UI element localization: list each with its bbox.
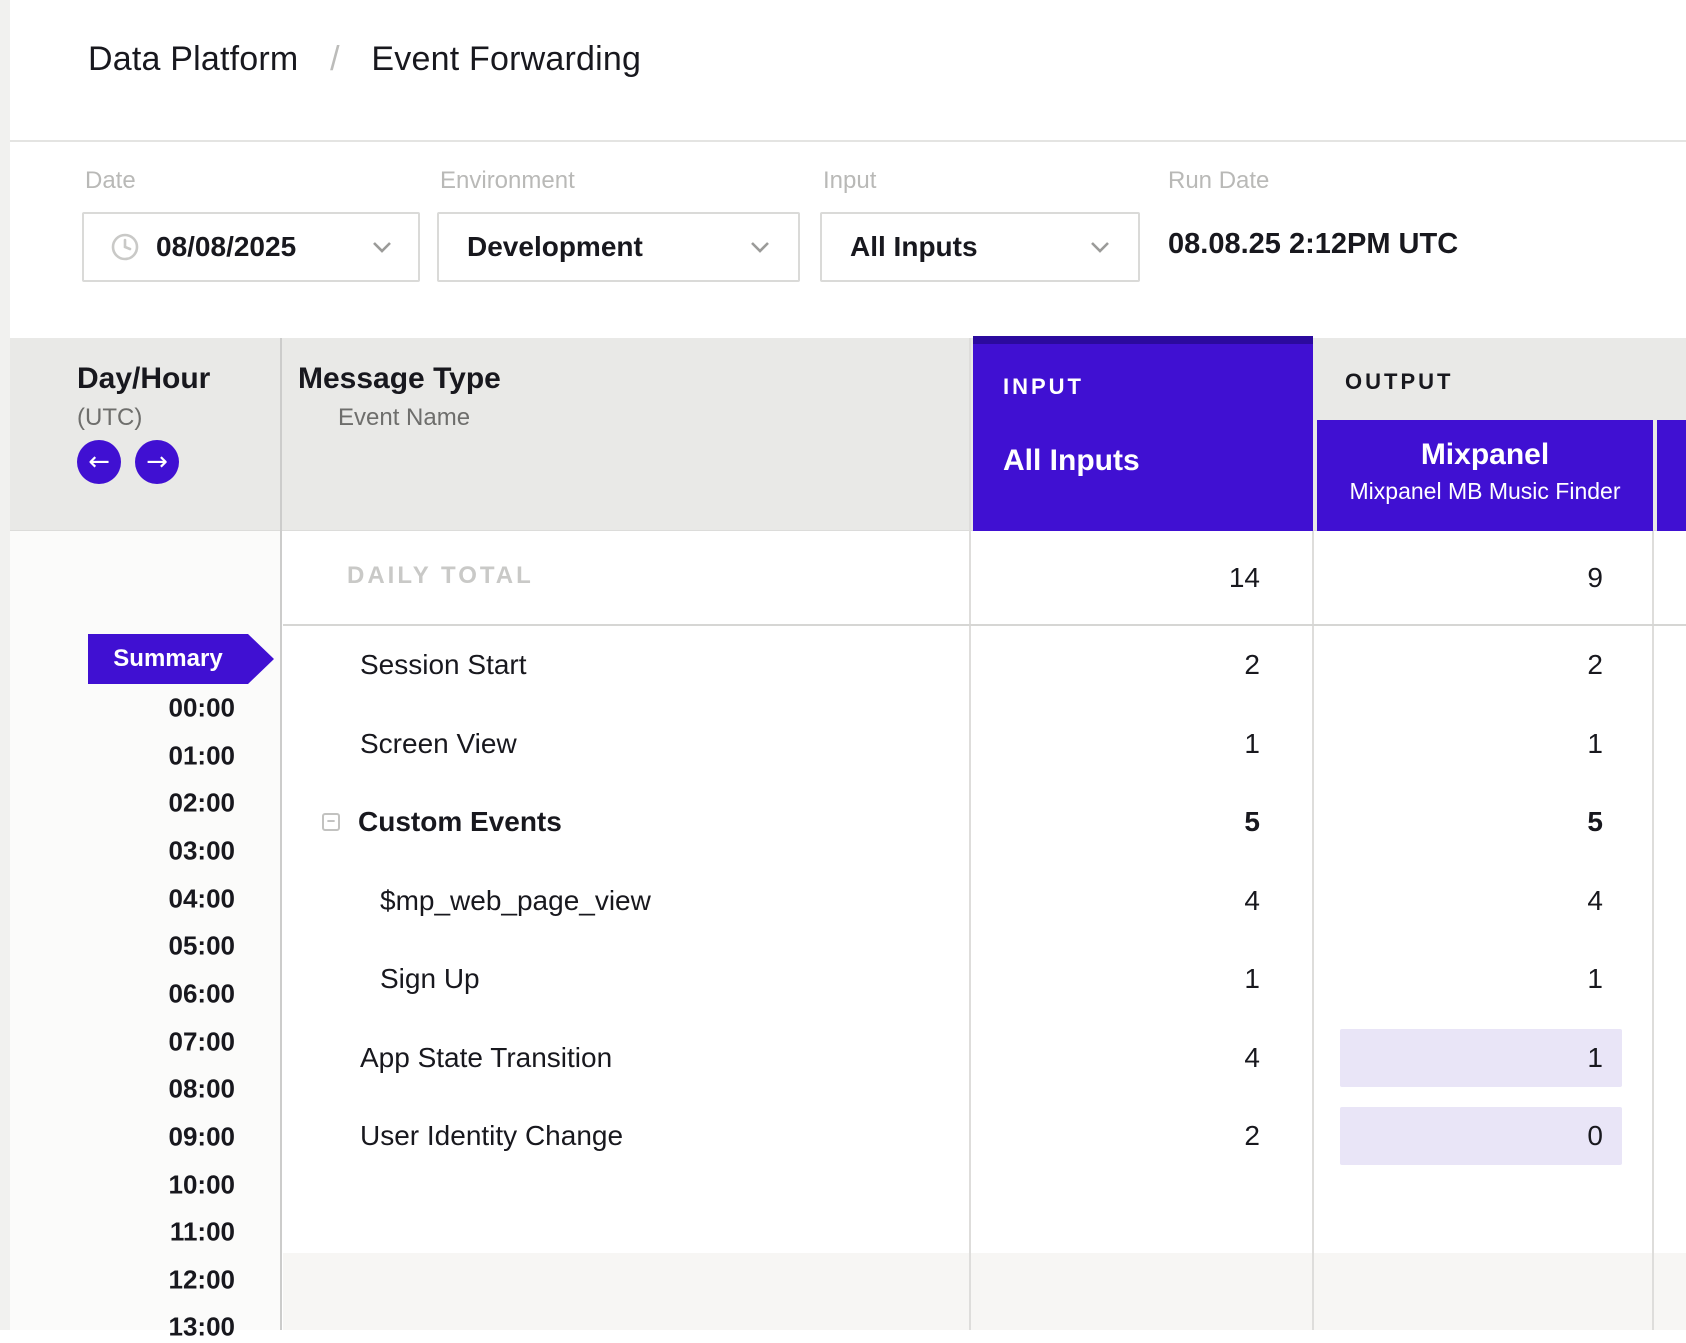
- input-filter-label: Input: [823, 167, 876, 195]
- message-type-subtitle: Event Name: [338, 404, 470, 432]
- breadcrumb-separator: /: [330, 40, 340, 78]
- chevron-down-icon: [750, 241, 770, 253]
- day-hour-subtitle: (UTC): [77, 404, 142, 432]
- breadcrumb-page: Event Forwarding: [371, 40, 641, 78]
- collapse-icon[interactable]: −: [322, 813, 340, 831]
- output-count-cell: 0: [1403, 1120, 1603, 1152]
- chevron-down-icon: [372, 241, 392, 253]
- output-subtitle: Mixpanel MB Music Finder: [1317, 478, 1653, 505]
- summary-label: Summary: [113, 645, 222, 673]
- output-count-cell: 2: [1403, 649, 1603, 681]
- hour-row-label[interactable]: 00:00: [35, 693, 235, 724]
- chevron-down-icon: [1090, 241, 1110, 253]
- daily-total-divider: [283, 624, 1686, 626]
- environment-filter-label: Environment: [440, 167, 575, 195]
- event-row-label: User Identity Change: [360, 1120, 623, 1152]
- hour-row-label[interactable]: 02:00: [35, 788, 235, 819]
- next-day-button[interactable]: →: [135, 440, 179, 484]
- input-count-cell: 4: [1060, 885, 1260, 917]
- input-count-cell: 1: [1060, 728, 1260, 760]
- event-row-label: $mp_web_page_view: [380, 885, 651, 917]
- input-value: All Inputs: [850, 231, 978, 263]
- gridline-input-output: [1312, 531, 1314, 1330]
- input-count-cell: 5: [1060, 806, 1260, 838]
- next-output-column-partial: [1657, 420, 1686, 531]
- arrow-left-icon: ←: [88, 447, 110, 477]
- hour-row-label[interactable]: 04:00: [35, 884, 235, 915]
- output-group-label: OUTPUT: [1345, 369, 1453, 395]
- header-divider: [10, 140, 1686, 142]
- arrow-right-icon: →: [146, 447, 168, 477]
- daily-total-label: DAILY TOTAL: [347, 562, 534, 590]
- environment-value: Development: [467, 231, 643, 263]
- input-count-cell: 2: [1060, 1120, 1260, 1152]
- hour-row-label[interactable]: 12:00: [35, 1265, 235, 1296]
- hour-row-label[interactable]: 03:00: [35, 836, 235, 867]
- input-count-cell: 2: [1060, 649, 1260, 681]
- input-group-label: INPUT: [1003, 374, 1084, 400]
- hour-row-label[interactable]: 09:00: [35, 1122, 235, 1153]
- event-row-label: Custom Events: [358, 806, 562, 838]
- event-row-label: App State Transition: [360, 1042, 612, 1074]
- event-row-label: Screen View: [360, 728, 517, 760]
- daily-total-input-value: 14: [1060, 562, 1260, 594]
- input-count-cell: 4: [1060, 1042, 1260, 1074]
- hour-row-label[interactable]: 06:00: [35, 979, 235, 1010]
- output-count-cell: 1: [1403, 1042, 1603, 1074]
- gridline-message-input: [969, 338, 971, 1330]
- hour-row-label[interactable]: 05:00: [35, 931, 235, 962]
- output-count-cell: 5: [1403, 806, 1603, 838]
- input-column-accent-strip: [973, 336, 1313, 344]
- day-hour-header: Day/Hour: [77, 362, 210, 396]
- hour-row-label[interactable]: 07:00: [35, 1027, 235, 1058]
- output-count-cell: 1: [1403, 728, 1603, 760]
- date-dropdown[interactable]: 08/08/2025: [82, 212, 420, 282]
- input-count-cell: 1: [1060, 963, 1260, 995]
- output-name: Mixpanel: [1317, 438, 1653, 472]
- hour-row-label[interactable]: 01:00: [35, 741, 235, 772]
- page-edge-strip: [0, 0, 10, 1330]
- date-filter-label: Date: [85, 167, 136, 195]
- daily-total-output-value: 9: [1403, 562, 1603, 594]
- hour-row-label[interactable]: 10:00: [35, 1170, 235, 1201]
- run-date-label: Run Date: [1168, 167, 1269, 195]
- output-count-cell: 1: [1403, 963, 1603, 995]
- message-type-header: Message Type: [298, 362, 501, 396]
- hour-row-label[interactable]: 08:00: [35, 1074, 235, 1105]
- date-value: 08/08/2025: [156, 231, 296, 263]
- hour-row-label[interactable]: 13:00: [35, 1312, 235, 1343]
- event-row-label: Session Start: [360, 649, 527, 681]
- table-footer-area: [283, 1253, 1686, 1330]
- previous-day-button[interactable]: ←: [77, 440, 121, 484]
- output-count-cell: 4: [1403, 885, 1603, 917]
- sidebar-divider: [280, 338, 282, 1330]
- gridline-output-right: [1652, 531, 1654, 1330]
- environment-dropdown[interactable]: Development: [437, 212, 800, 282]
- input-column-header[interactable]: INPUT All Inputs: [973, 336, 1313, 531]
- event-row-label: Sign Up: [380, 963, 480, 995]
- input-column-selected: All Inputs: [1003, 444, 1140, 478]
- input-dropdown[interactable]: All Inputs: [820, 212, 1140, 282]
- output-column-header[interactable]: Mixpanel Mixpanel MB Music Finder: [1317, 420, 1653, 531]
- hour-row-label[interactable]: 11:00: [35, 1217, 235, 1248]
- breadcrumb: Data Platform / Event Forwarding: [88, 40, 641, 79]
- breadcrumb-section[interactable]: Data Platform: [88, 40, 298, 78]
- clock-icon: [110, 232, 140, 262]
- summary-row-flag[interactable]: Summary: [88, 634, 248, 684]
- run-date-value: 08.08.25 2:12PM UTC: [1168, 228, 1458, 261]
